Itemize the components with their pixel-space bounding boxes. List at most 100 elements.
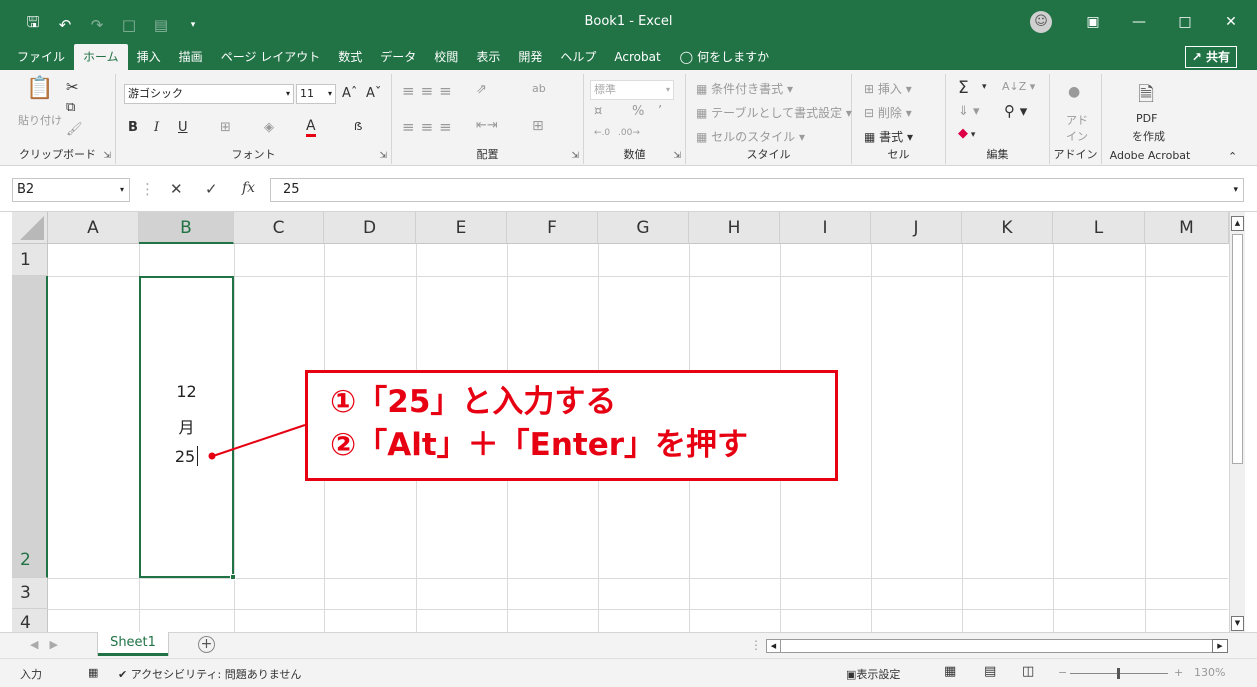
cell-styles-button[interactable]: ▦ セルのスタイル ▾ [696,128,805,145]
increase-font-icon[interactable]: Aˆ [342,86,357,101]
create-pdf-icon[interactable]: 🗎 [1138,80,1154,114]
scroll-up-icon[interactable]: ▲ [1231,216,1244,231]
column-header[interactable]: B [139,212,234,244]
format-painter-icon[interactable]: 🖌 [66,122,83,137]
zoom-in-button[interactable]: + [1174,666,1183,679]
format-cells-button[interactable]: ▦ 書式 ▾ [864,128,913,145]
autosum-dropdown-icon[interactable]: ▾ [982,82,987,92]
macro-record-icon[interactable]: ▦ [88,666,98,679]
column-header[interactable]: M [1145,212,1229,244]
row-header[interactable]: 1 [12,244,48,276]
page-layout-view-icon[interactable]: ▤ [984,664,996,679]
formula-bar-handle-icon[interactable]: ⋮ [140,180,155,198]
zoom-out-button[interactable]: − [1058,666,1067,679]
underline-button[interactable]: U [178,120,188,135]
orientation-icon[interactable]: ⇗ [476,82,487,97]
horizontal-scrollbar[interactable]: ◀ [766,639,1228,653]
tab-help[interactable]: ヘルプ [551,44,605,70]
font-color-icon[interactable]: A [306,118,316,137]
number-format-select[interactable]: 標準 ▾ [590,80,674,100]
tell-me-search[interactable]: ◯ 何をしますか [670,44,769,70]
tab-file[interactable]: ファイル [8,44,74,70]
format-as-table-button[interactable]: ▦ テーブルとして書式設定 ▾ [696,104,852,121]
page-break-view-icon[interactable]: ◫ [1022,664,1034,679]
account-avatar-icon[interactable]: ☺ [1030,11,1052,33]
pdf-line1[interactable]: PDF [1136,112,1157,125]
addins-icon[interactable]: ● [1068,84,1080,100]
tab-data[interactable]: データ [371,44,425,70]
alignment-launcher-icon[interactable]: ⇲ [571,151,579,161]
column-header[interactable]: E [416,212,507,244]
row-header[interactable]: 2 [12,276,48,578]
decrease-font-icon[interactable]: Aˇ [366,86,381,101]
column-header[interactable]: A [48,212,139,244]
copy-icon[interactable]: ⧉ [66,100,75,115]
column-header[interactable]: I [780,212,871,244]
clear-icon[interactable]: ◆ ▾ [958,126,975,141]
zoom-level[interactable]: 130% [1194,666,1225,679]
tab-draw[interactable]: 描画 [170,44,212,70]
borders-icon[interactable]: ⊞ [220,120,231,135]
scroll-right-icon[interactable]: ▶ [1212,639,1228,653]
comma-icon[interactable]: ’ [658,104,662,119]
fill-color-icon[interactable]: ◈ [264,120,274,135]
fill-icon[interactable]: ⇓ ▾ [958,104,980,119]
tab-page-layout[interactable]: ページ レイアウト [212,44,330,70]
column-header[interactable]: D [324,212,416,244]
paste-icon[interactable]: 📋 [26,76,53,101]
vertical-scroll-thumb[interactable] [1232,234,1243,464]
accessibility-status[interactable]: ✔ アクセシビリティ: 問題ありません [118,666,301,682]
tab-review[interactable]: 校閲 [425,44,467,70]
zoom-slider-knob[interactable] [1117,668,1120,679]
tab-formulas[interactable]: 数式 [329,44,371,70]
minimize-icon[interactable]: — [1116,0,1162,44]
italic-button[interactable]: I [154,120,159,135]
add-sheet-icon[interactable]: + [198,636,215,653]
autosum-icon[interactable]: Σ [958,78,969,98]
percent-button[interactable]: % [632,104,644,119]
addins-line1[interactable]: アド [1066,112,1088,128]
tab-acrobat[interactable]: Acrobat [605,44,669,70]
tab-insert[interactable]: 挿入 [128,44,170,70]
tab-developer[interactable]: 開発 [509,44,551,70]
collapse-ribbon-icon[interactable]: ⌃ [1228,150,1237,163]
row-header[interactable]: 4 [12,609,48,632]
select-all-button[interactable] [12,212,48,244]
number-launcher-icon[interactable]: ⇲ [673,151,681,161]
name-box[interactable]: B2 ▾ [12,178,130,202]
column-header[interactable]: G [598,212,689,244]
bold-button[interactable]: B [128,120,138,135]
sheet-nav-arrows-icon[interactable]: ◀ ▶ [30,638,58,651]
normal-view-icon[interactable]: ▦ [944,664,956,679]
insert-cells-button[interactable]: ⊞ 挿入 ▾ [864,80,912,97]
clipboard-launcher-icon[interactable]: ⇲ [103,151,111,161]
sheet-tab-sheet1[interactable]: Sheet1 [98,632,168,656]
maximize-icon[interactable]: □ [1162,0,1208,44]
scroll-down-icon[interactable]: ▼ [1231,616,1244,631]
column-header[interactable]: J [871,212,962,244]
increase-decimal-icon[interactable]: ←.0 [594,128,610,138]
tab-home[interactable]: ホーム [74,44,128,70]
column-header[interactable]: H [689,212,780,244]
wrap-text-icon[interactable]: ab [532,82,546,95]
tab-view[interactable]: 表示 [467,44,509,70]
find-select-icon[interactable]: ⚲ ▾ [1004,102,1027,120]
split-handle-icon[interactable]: ⋮ [750,638,762,652]
cancel-icon[interactable]: ✕ [170,180,183,198]
font-size-select[interactable]: 11 ▾ [296,84,336,104]
close-icon[interactable]: ✕ [1208,0,1254,44]
merge-center-icon[interactable]: ⊞ [532,118,544,134]
vertical-scrollbar[interactable]: ▲ ▼ [1229,212,1245,632]
enter-icon[interactable]: ✓ [205,180,218,198]
share-button[interactable]: ↗ 共有 [1184,46,1237,68]
formula-input[interactable]: 25 ▾ [270,178,1244,202]
phonetic-icon[interactable]: ẞ [354,120,362,133]
addins-line2[interactable]: イン [1066,128,1088,144]
column-header[interactable]: C [234,212,324,244]
fill-handle[interactable] [230,574,236,580]
delete-cells-button[interactable]: ⊟ 削除 ▾ [864,104,912,121]
conditional-formatting-button[interactable]: ▦ 条件付き書式 ▾ [696,80,793,97]
ribbon-display-icon[interactable]: ▣ [1070,0,1116,44]
column-header[interactable]: K [962,212,1053,244]
paste-button[interactable]: 貼り付け [18,112,62,128]
